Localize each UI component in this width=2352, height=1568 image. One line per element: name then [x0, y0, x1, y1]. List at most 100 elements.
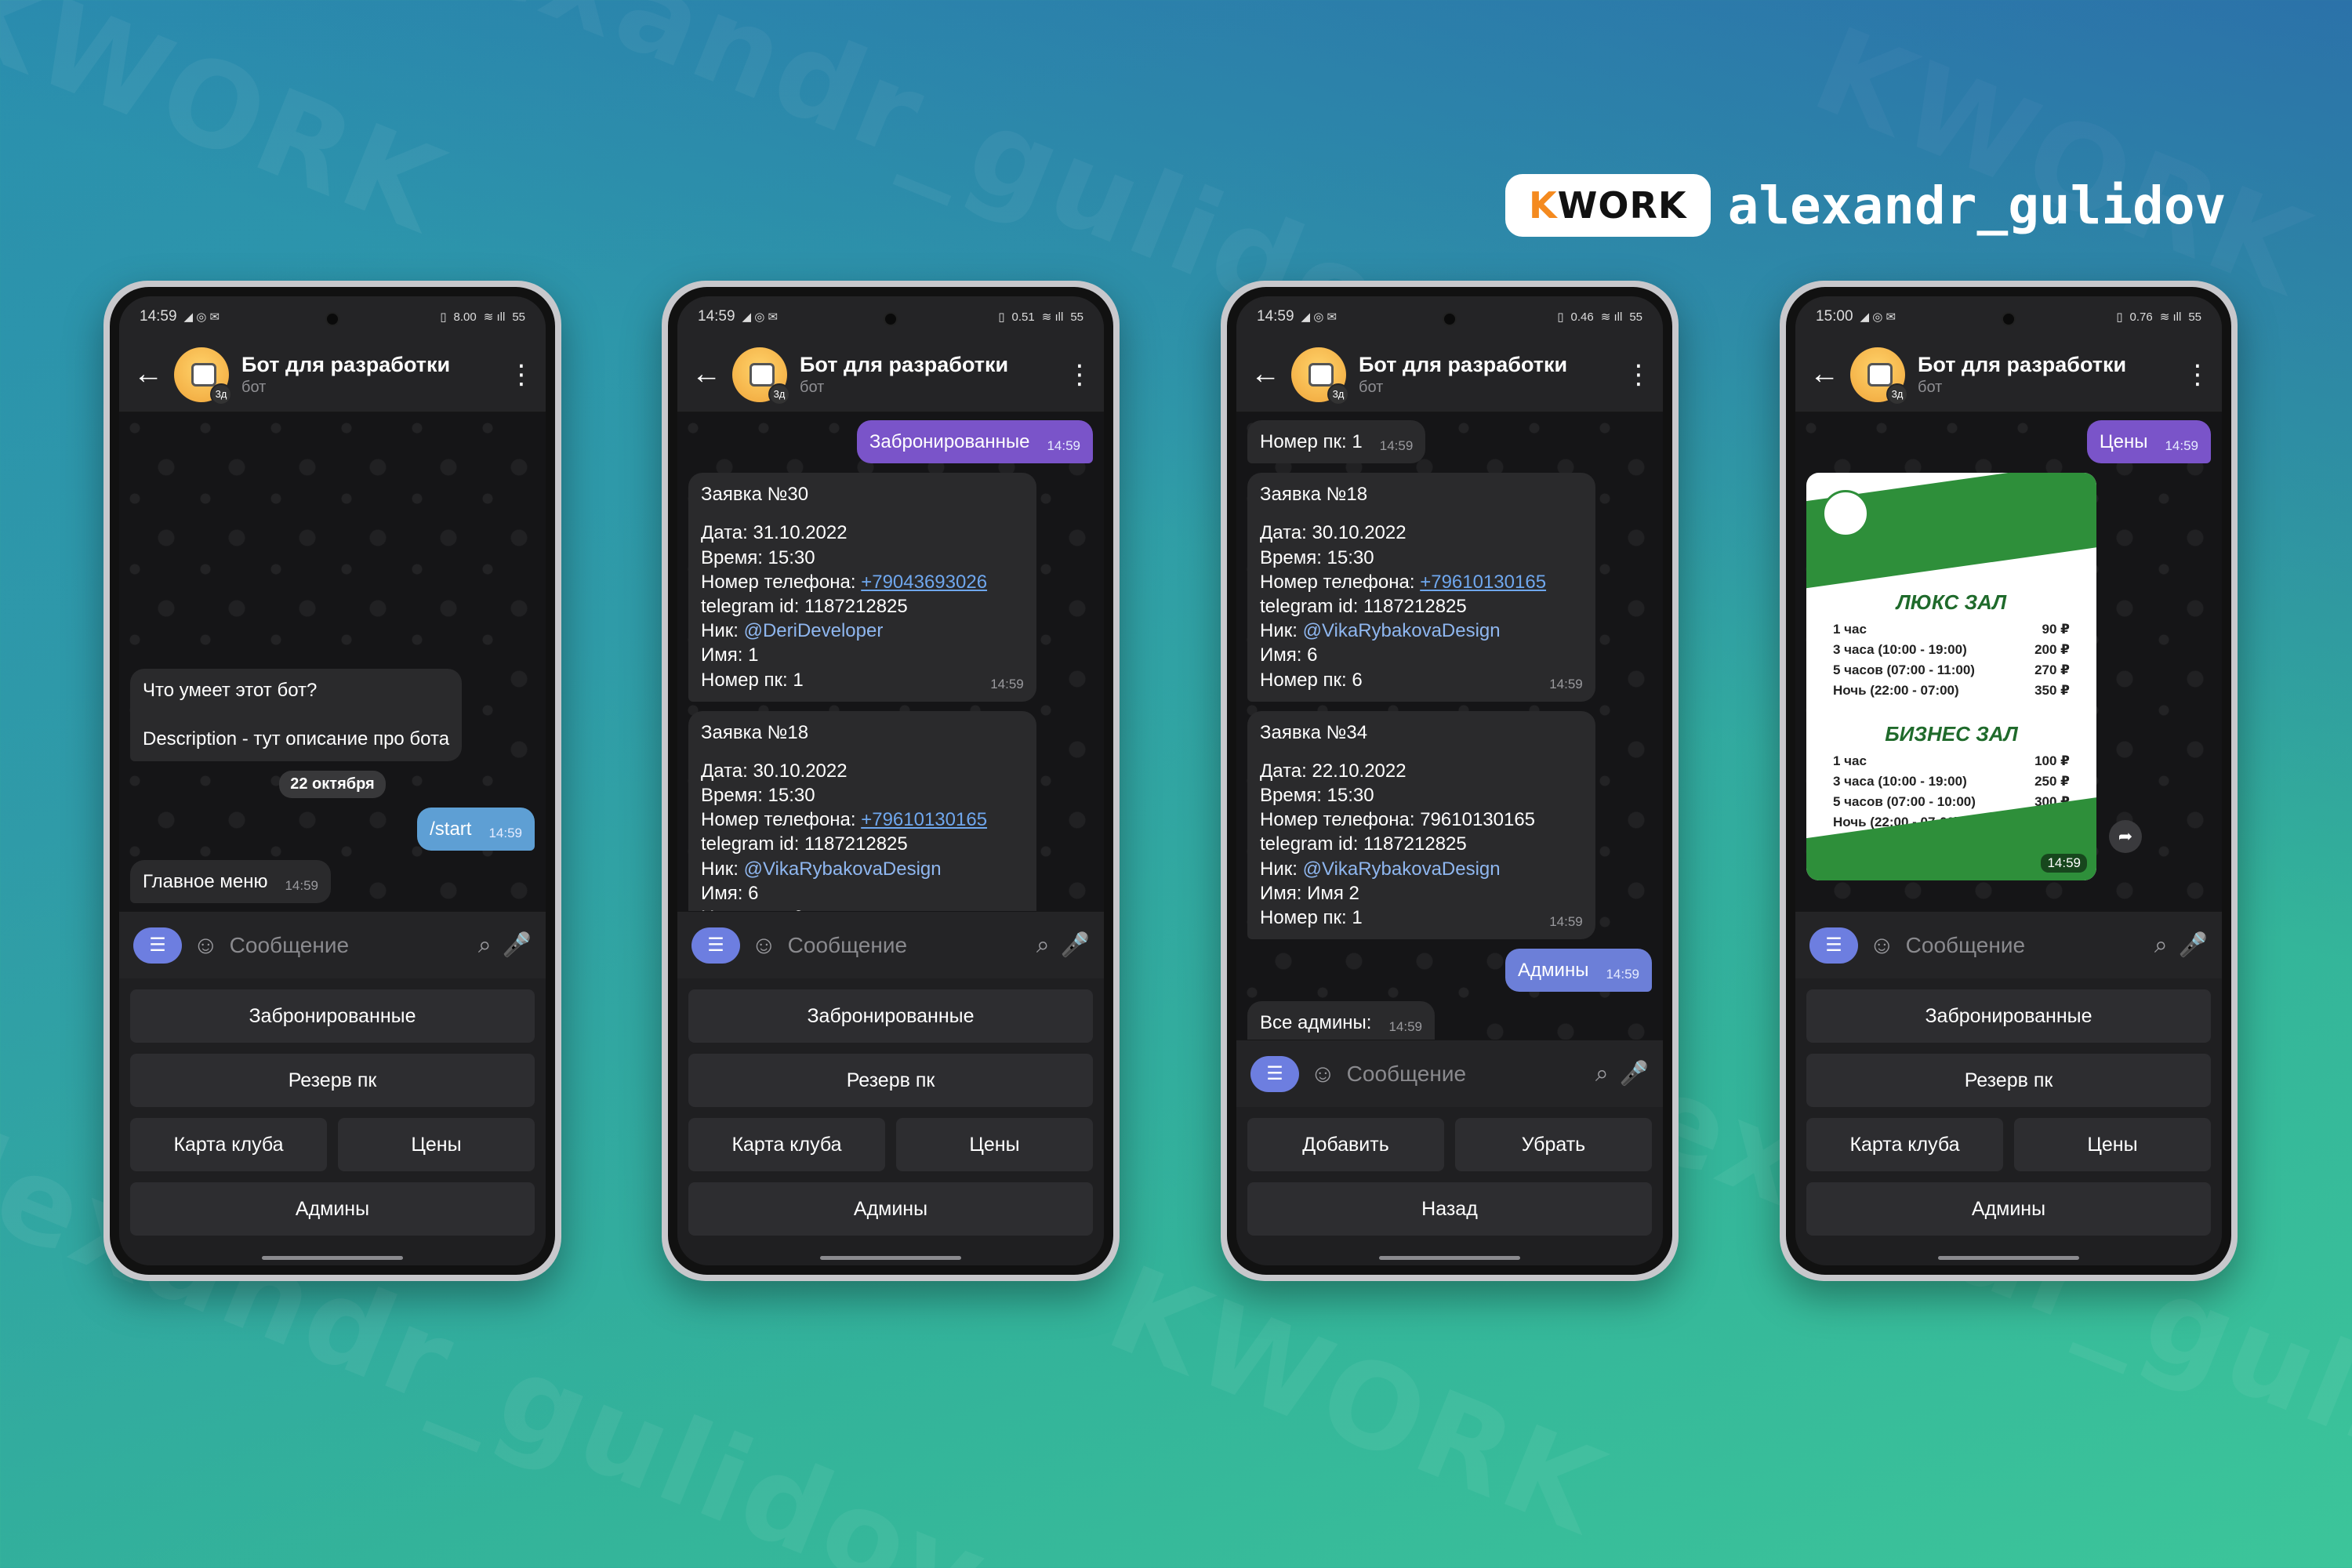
request-title: Заявка №18 [701, 721, 809, 743]
attach-icon[interactable]: ⌕ [478, 932, 492, 959]
keyboard-button[interactable]: Убрать [1455, 1118, 1652, 1171]
header-text[interactable]: Бот для разработки бот [800, 353, 1066, 397]
nick-mention[interactable]: @VikaRybakovaDesign [1303, 858, 1501, 880]
keyboard-button[interactable]: Админы [130, 1182, 535, 1236]
keyboard-button[interactable]: Резерв пк [130, 1054, 535, 1107]
bot-avatar[interactable]: 3д [732, 347, 790, 405]
nick-mention[interactable]: @VikaRybakovaDesign [744, 858, 942, 880]
mic-icon[interactable]: 🎤 [503, 931, 532, 959]
request-date: Дата: 30.10.2022 [701, 760, 848, 782]
front-camera [2002, 312, 2016, 326]
network-speed: 0.51 [1011, 310, 1035, 324]
back-arrow-icon[interactable]: ← [1250, 358, 1291, 391]
keyboard-button[interactable]: Забронированные [688, 989, 1093, 1043]
share-forward-icon[interactable]: ➦ [2109, 820, 2142, 853]
mic-icon[interactable]: 🎤 [1061, 931, 1090, 959]
keyboard-button[interactable]: Карта клуба [130, 1118, 327, 1171]
home-indicator[interactable] [1938, 1255, 2079, 1260]
message-time: 14:59 [1549, 676, 1583, 691]
bot-title: Бот для разработки [1359, 352, 1568, 376]
keyboard-button[interactable]: Забронированные [130, 989, 535, 1043]
message-input[interactable]: Сообщение [230, 933, 467, 958]
keyboard-button[interactable]: Админы [1806, 1182, 2211, 1236]
more-vert-icon[interactable]: ⋮ [508, 359, 535, 390]
attach-icon[interactable]: ⌕ [2154, 932, 2168, 959]
phone-link[interactable]: +79610130165 [1420, 572, 1546, 593]
phone-label: Номер телефона: [701, 809, 862, 831]
bot-avatar[interactable]: 3д [1291, 347, 1349, 405]
battery-level: 55 [1629, 310, 1642, 324]
message-input-bar: ☰ ☺ Сообщение ⌕ 🎤 [677, 911, 1104, 978]
phone-link[interactable]: +79610130165 [861, 809, 987, 830]
request-timeline: Время: 15:30 [701, 785, 815, 807]
message-text: Админы [1518, 960, 1589, 982]
more-vert-icon[interactable]: ⋮ [2184, 359, 2211, 390]
emoji-icon[interactable]: ☺ [1310, 1059, 1336, 1088]
status-right: ▯ 8.00 ≋ ıll 55 [440, 310, 525, 325]
phone-label: Номер телефона: [1260, 571, 1421, 593]
keyboard-button[interactable]: Резерв пк [688, 1054, 1093, 1107]
price-value: 270 ₽ [2034, 662, 2070, 678]
nick-mention[interactable]: @VikaRybakovaDesign [1303, 620, 1501, 641]
keyboard-button[interactable]: Карта клуба [1806, 1118, 2003, 1171]
status-right: ▯ 0.51 ≋ ıll 55 [998, 310, 1083, 325]
bot-menu-button[interactable]: ☰ [1250, 1055, 1299, 1092]
back-arrow-icon[interactable]: ← [133, 358, 174, 391]
phone-screen: 14:59 ◢ ◎ ✉ ▯ 0.46 ≋ ıll 55 ← 3д Бот для разрабо… [1236, 296, 1663, 1265]
back-arrow-icon[interactable]: ← [691, 358, 732, 391]
bot-avatar[interactable]: 3д [174, 347, 232, 405]
bot-title: Бот для разработки [800, 352, 1009, 376]
more-vert-icon[interactable]: ⋮ [1066, 359, 1093, 390]
header-text[interactable]: Бот для разработки бот [1359, 353, 1625, 397]
back-arrow-icon[interactable]: ← [1809, 358, 1850, 391]
attach-icon[interactable]: ⌕ [1036, 932, 1050, 959]
message-time: 14:59 [2165, 438, 2198, 453]
message-input[interactable]: Сообщение [788, 933, 1025, 958]
emoji-icon[interactable]: ☺ [193, 931, 219, 960]
mic-icon[interactable]: 🎤 [1620, 1060, 1649, 1087]
keyboard-button[interactable]: Назад [1247, 1182, 1652, 1236]
keyboard-button[interactable]: Добавить [1247, 1118, 1444, 1171]
incoming-message: Что умеет этот бот? Description - тут оп… [130, 669, 463, 761]
request-pc: 14:59 Номер пк: 1 [1260, 906, 1583, 930]
message-input[interactable]: Сообщение [1347, 1062, 1584, 1087]
vibrate-icon: ▯ [1557, 310, 1564, 324]
bot-menu-button[interactable]: ☰ [691, 927, 740, 964]
header-text[interactable]: Бот для разработки бот [1918, 353, 2184, 397]
price-value: 250 ₽ [2034, 774, 2070, 789]
phone-link[interactable]: +79043693026 [861, 572, 987, 593]
bot-menu-button[interactable]: ☰ [133, 927, 182, 964]
keyboard-button[interactable]: Цены [338, 1118, 535, 1171]
watermark-brand: KWORK [1091, 1240, 1623, 1562]
keyboard-button[interactable]: Резерв пк [1806, 1054, 2211, 1107]
home-indicator[interactable] [820, 1255, 961, 1260]
pc-text: Номер пк: 1 [1260, 907, 1363, 928]
attach-icon[interactable]: ⌕ [1595, 1061, 1609, 1087]
nick-mention[interactable]: @DeriDeveloper [744, 620, 884, 641]
price-image-message[interactable]: ЛЮКС ЗАЛ 1 час 90 ₽ 3 часа (10:00 - 19:00) 2… [1806, 473, 2096, 881]
keyboard-button[interactable]: Админы [688, 1182, 1093, 1236]
header-text[interactable]: Бот для разработки бот [241, 353, 508, 397]
emoji-icon[interactable]: ☺ [751, 931, 777, 960]
request-timeline: Время: 15:30 [701, 546, 815, 568]
message-input[interactable]: Сообщение [1906, 933, 2143, 958]
outgoing-message: 14:59 Цены [2086, 420, 2211, 464]
keyboard-button[interactable]: Цены [2014, 1118, 2211, 1171]
emoji-icon[interactable]: ☺ [1869, 931, 1895, 960]
bot-avatar[interactable]: 3д [1850, 347, 1908, 405]
keyboard-button[interactable]: Цены [896, 1118, 1093, 1171]
mic-icon[interactable]: 🎤 [2179, 931, 2208, 959]
home-indicator[interactable] [1379, 1255, 1520, 1260]
keyboard-button[interactable]: Забронированные [1806, 989, 2211, 1043]
price-label: 3 часа (10:00 - 19:00) [1833, 774, 1967, 789]
more-vert-icon[interactable]: ⋮ [1625, 359, 1652, 390]
keyboard-row: Забронированные [1806, 989, 2211, 1043]
home-indicator[interactable] [262, 1255, 403, 1260]
gesture-bar [119, 1250, 546, 1265]
message-text: Номер пк: 1 [1260, 431, 1363, 452]
keyboard-button[interactable]: Карта клуба [688, 1118, 885, 1171]
battery-level: 55 [2188, 310, 2201, 324]
bot-menu-button[interactable]: ☰ [1809, 927, 1858, 964]
phone-screen: 14:59 ◢ ◎ ✉ ▯ 0.51 ≋ ıll 55 ← 3д Бот для разрабо… [677, 296, 1104, 1265]
